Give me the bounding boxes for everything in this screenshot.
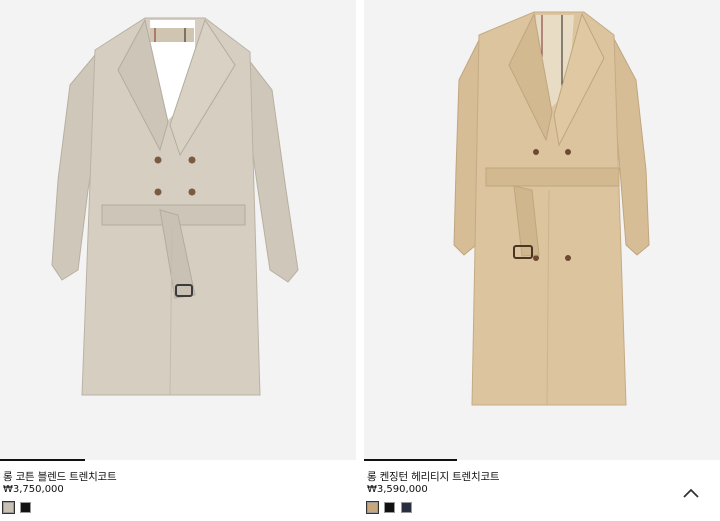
product-name[interactable]: 롱 코튼 블렌드 트렌치코트 bbox=[3, 469, 117, 484]
chevron-up-icon bbox=[683, 488, 699, 498]
color-swatches bbox=[2, 501, 31, 514]
trench-coat-image bbox=[453, 11, 650, 406]
product-price: ₩3,750,000 bbox=[3, 484, 64, 495]
progress-fill bbox=[364, 459, 457, 461]
color-swatches bbox=[366, 501, 412, 514]
image-progress-bar bbox=[364, 459, 720, 461]
product-card[interactable]: 롱 코튼 블렌드 트렌치코트 ₩3,750,000 bbox=[0, 0, 356, 521]
product-image[interactable] bbox=[0, 0, 356, 460]
product-name[interactable]: 롱 켄징턴 헤리티지 트렌치코트 bbox=[367, 469, 500, 484]
progress-fill bbox=[0, 459, 86, 461]
color-swatch[interactable] bbox=[2, 501, 15, 514]
color-swatch[interactable] bbox=[366, 501, 379, 514]
scroll-to-top-button[interactable] bbox=[680, 484, 702, 502]
product-card[interactable]: 롱 켄징턴 헤리티지 트렌치코트 ₩3,590,000 bbox=[364, 0, 720, 521]
color-swatch[interactable] bbox=[384, 502, 395, 513]
trench-coat-image bbox=[51, 17, 299, 396]
product-image[interactable] bbox=[364, 0, 720, 460]
image-progress-bar bbox=[0, 459, 356, 461]
product-grid: 롱 코튼 블렌드 트렌치코트 ₩3,750,000 롱 켄징턴 헤리티지 트렌치… bbox=[0, 0, 720, 521]
product-price: ₩3,590,000 bbox=[367, 484, 428, 495]
color-swatch[interactable] bbox=[20, 502, 31, 513]
color-swatch[interactable] bbox=[401, 502, 412, 513]
